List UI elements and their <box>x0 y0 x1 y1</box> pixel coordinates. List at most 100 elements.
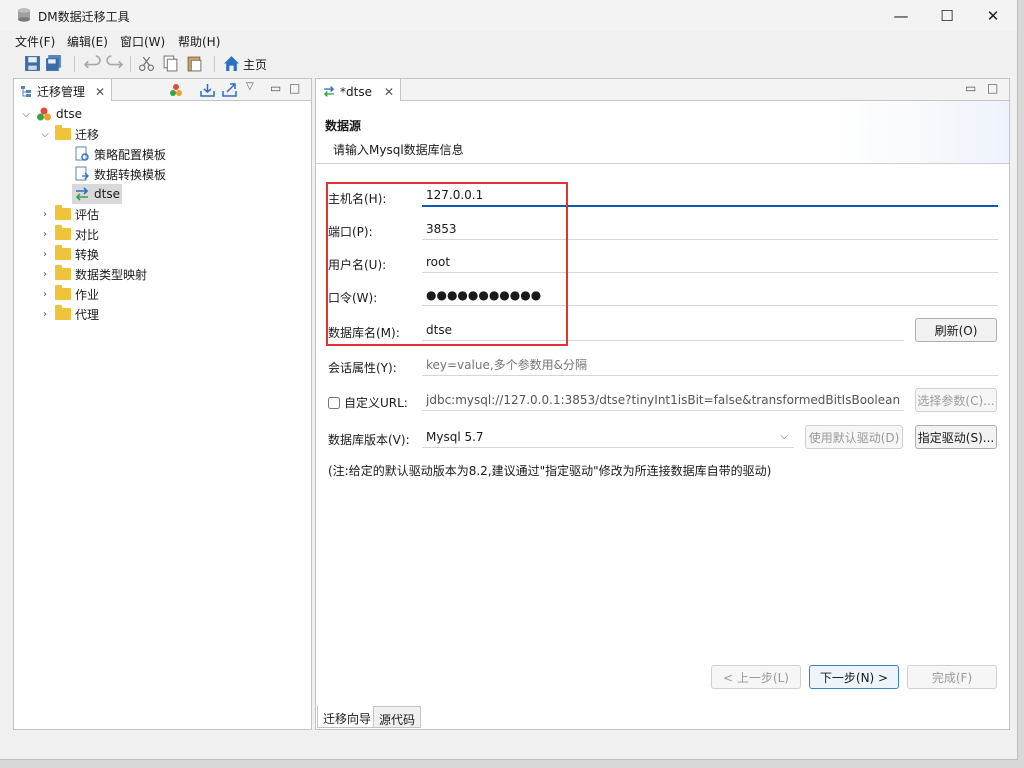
minimize-view-icon[interactable]: ▭ <box>965 81 976 95</box>
folder-open-icon <box>55 125 71 140</box>
tree-label: 数据类型映射 <box>75 267 148 282</box>
collapse-arrow-icon[interactable]: ⌵ <box>39 129 51 140</box>
username-input[interactable] <box>422 251 998 273</box>
tree-node-migration[interactable]: ⌵ 迁移 <box>39 124 99 144</box>
custom-url-row: 自定义URL: <box>328 394 408 411</box>
tree-view-icon <box>21 86 31 97</box>
copy-icon[interactable] <box>162 55 179 72</box>
tree-label: dtse <box>94 187 120 201</box>
connect-icon[interactable] <box>169 83 183 97</box>
expand-arrow-icon[interactable]: › <box>39 229 51 240</box>
home-icon[interactable] <box>223 55 240 72</box>
expand-arrow-icon[interactable]: › <box>39 289 51 300</box>
toolbar-separator <box>130 56 131 72</box>
migration-task-icon <box>323 86 335 97</box>
driver-note: (注:给定的默认驱动版本为8.2,建议通过"指定驱动"修改为所连接数据库自带的驱… <box>328 464 772 478</box>
tree-label: 数据转换模板 <box>94 167 167 182</box>
expand-arrow-icon[interactable]: › <box>39 249 51 260</box>
expand-arrow-icon[interactable]: › <box>39 309 51 320</box>
collapse-arrow-icon[interactable]: ⌵ <box>20 109 32 120</box>
view-menu-icon[interactable]: ▽ <box>246 81 254 92</box>
folder-icon <box>55 305 71 320</box>
tree-label: 评估 <box>75 207 100 222</box>
use-default-driver-button[interactable]: 使用默认驱动(D) <box>805 425 903 449</box>
minimize-view-icon[interactable]: ▭ <box>270 81 281 95</box>
menu-edit[interactable]: 编辑(E) <box>67 33 108 50</box>
custom-url-input[interactable] <box>422 389 904 411</box>
folder-icon <box>55 205 71 220</box>
refresh-button[interactable]: 刷新(O) <box>915 318 997 342</box>
page-title: 数据源 <box>325 119 362 133</box>
tree-node-agent[interactable]: › 代理 <box>39 304 99 324</box>
toolbar <box>0 52 1017 76</box>
next-button[interactable]: 下一步(N) > <box>809 665 899 689</box>
save-icon[interactable] <box>24 55 41 72</box>
back-button[interactable]: < 上一步(L) <box>711 665 801 689</box>
maximize-button[interactable]: ☐ <box>924 0 970 31</box>
home-button-label[interactable]: 主页 <box>243 56 267 73</box>
import-icon[interactable] <box>200 83 215 97</box>
tree-label: 对比 <box>75 227 100 242</box>
tree-node-transform[interactable]: › 转换 <box>39 244 99 264</box>
select-params-button[interactable]: 选择参数(C)... <box>915 388 997 412</box>
custom-url-checkbox[interactable] <box>328 396 340 409</box>
wizard-header: 数据源 请输入Mysql数据库信息 <box>316 101 1009 164</box>
panel-tab-bar: 迁移管理 ✕ ▽ ▭ □ <box>14 79 311 101</box>
folder-icon <box>55 245 71 260</box>
tab-migration-manager[interactable]: 迁移管理 ✕ <box>14 79 113 101</box>
tree-node-type-mapping[interactable]: › 数据类型映射 <box>39 264 147 284</box>
redo-icon[interactable] <box>106 55 123 72</box>
editor-bottom-tabs: 迁移向导 源代码 <box>316 706 1009 728</box>
tree-node-root[interactable]: ⌵ dtse <box>20 104 82 124</box>
tree-node-jobs[interactable]: › 作业 <box>39 284 99 304</box>
tab-dtse[interactable]: *dtse ✕ <box>316 79 402 101</box>
tab-label: *dtse <box>340 84 372 99</box>
tree-label: 迁移 <box>75 127 100 142</box>
session-properties-input[interactable] <box>422 354 998 376</box>
custom-url-label: 自定义URL: <box>344 396 408 410</box>
tree-node-assessment[interactable]: › 评估 <box>39 204 99 224</box>
expand-arrow-icon[interactable]: › <box>39 269 51 280</box>
minimize-button[interactable]: — <box>878 0 924 31</box>
undo-icon[interactable] <box>84 55 101 72</box>
folder-icon <box>55 265 71 280</box>
toolbar-separator <box>214 56 215 72</box>
save-all-icon[interactable] <box>45 55 62 72</box>
tree-label: dtse <box>56 107 82 121</box>
tree-label: 转换 <box>75 247 100 262</box>
chevron-down-icon: ⌵ <box>780 431 788 442</box>
close-button[interactable]: ✕ <box>970 0 1016 31</box>
cut-icon[interactable] <box>138 55 155 72</box>
password-input[interactable] <box>422 284 998 306</box>
tree-node-transform-template[interactable]: 数据转换模板 <box>74 164 166 184</box>
migration-manager-panel: 迁移管理 ✕ ▽ ▭ □ ⌵ dtse ⌵ 迁移 策略配置模板 数据转换模板 d… <box>13 78 312 730</box>
menu-window[interactable]: 窗口(W) <box>120 33 165 50</box>
port-input[interactable] <box>422 218 998 240</box>
folder-icon <box>55 225 71 240</box>
menu-file[interactable]: 文件(F) <box>15 33 55 50</box>
tab-close-icon[interactable]: ✕ <box>95 85 105 99</box>
export-icon[interactable] <box>222 83 237 97</box>
app-window: DM数据迁移工具 — ☐ ✕ 文件(F) 编辑(E) 窗口(W) 帮助(H) 主… <box>0 0 1018 760</box>
tab-close-icon[interactable]: ✕ <box>384 85 394 99</box>
tree-label: 作业 <box>75 287 100 302</box>
db-version-label: 数据库版本(V): <box>328 433 410 447</box>
database-name-input[interactable] <box>422 319 904 341</box>
host-input[interactable] <box>422 185 998 207</box>
username-label: 用户名(U): <box>328 258 387 272</box>
project-icon <box>37 107 51 121</box>
expand-arrow-icon[interactable]: › <box>39 209 51 220</box>
maximize-view-icon[interactable]: □ <box>987 81 998 95</box>
tab-migration-wizard[interactable]: 迁移向导 <box>317 706 378 728</box>
tree-node-compare[interactable]: › 对比 <box>39 224 99 244</box>
migration-task-icon <box>75 187 89 201</box>
menu-help[interactable]: 帮助(H) <box>178 33 220 50</box>
tab-source-code[interactable]: 源代码 <box>373 706 422 728</box>
db-version-select[interactable]: Mysql 5.7 ⌵ <box>422 426 794 448</box>
tree-node-dtse-selected[interactable]: dtse <box>72 184 122 204</box>
tree-node-strategy-template[interactable]: 策略配置模板 <box>74 144 166 164</box>
specify-driver-button[interactable]: 指定驱动(S)... <box>915 425 997 449</box>
finish-button[interactable]: 完成(F) <box>907 665 997 689</box>
paste-icon[interactable] <box>186 55 203 72</box>
maximize-view-icon[interactable]: □ <box>289 81 300 95</box>
